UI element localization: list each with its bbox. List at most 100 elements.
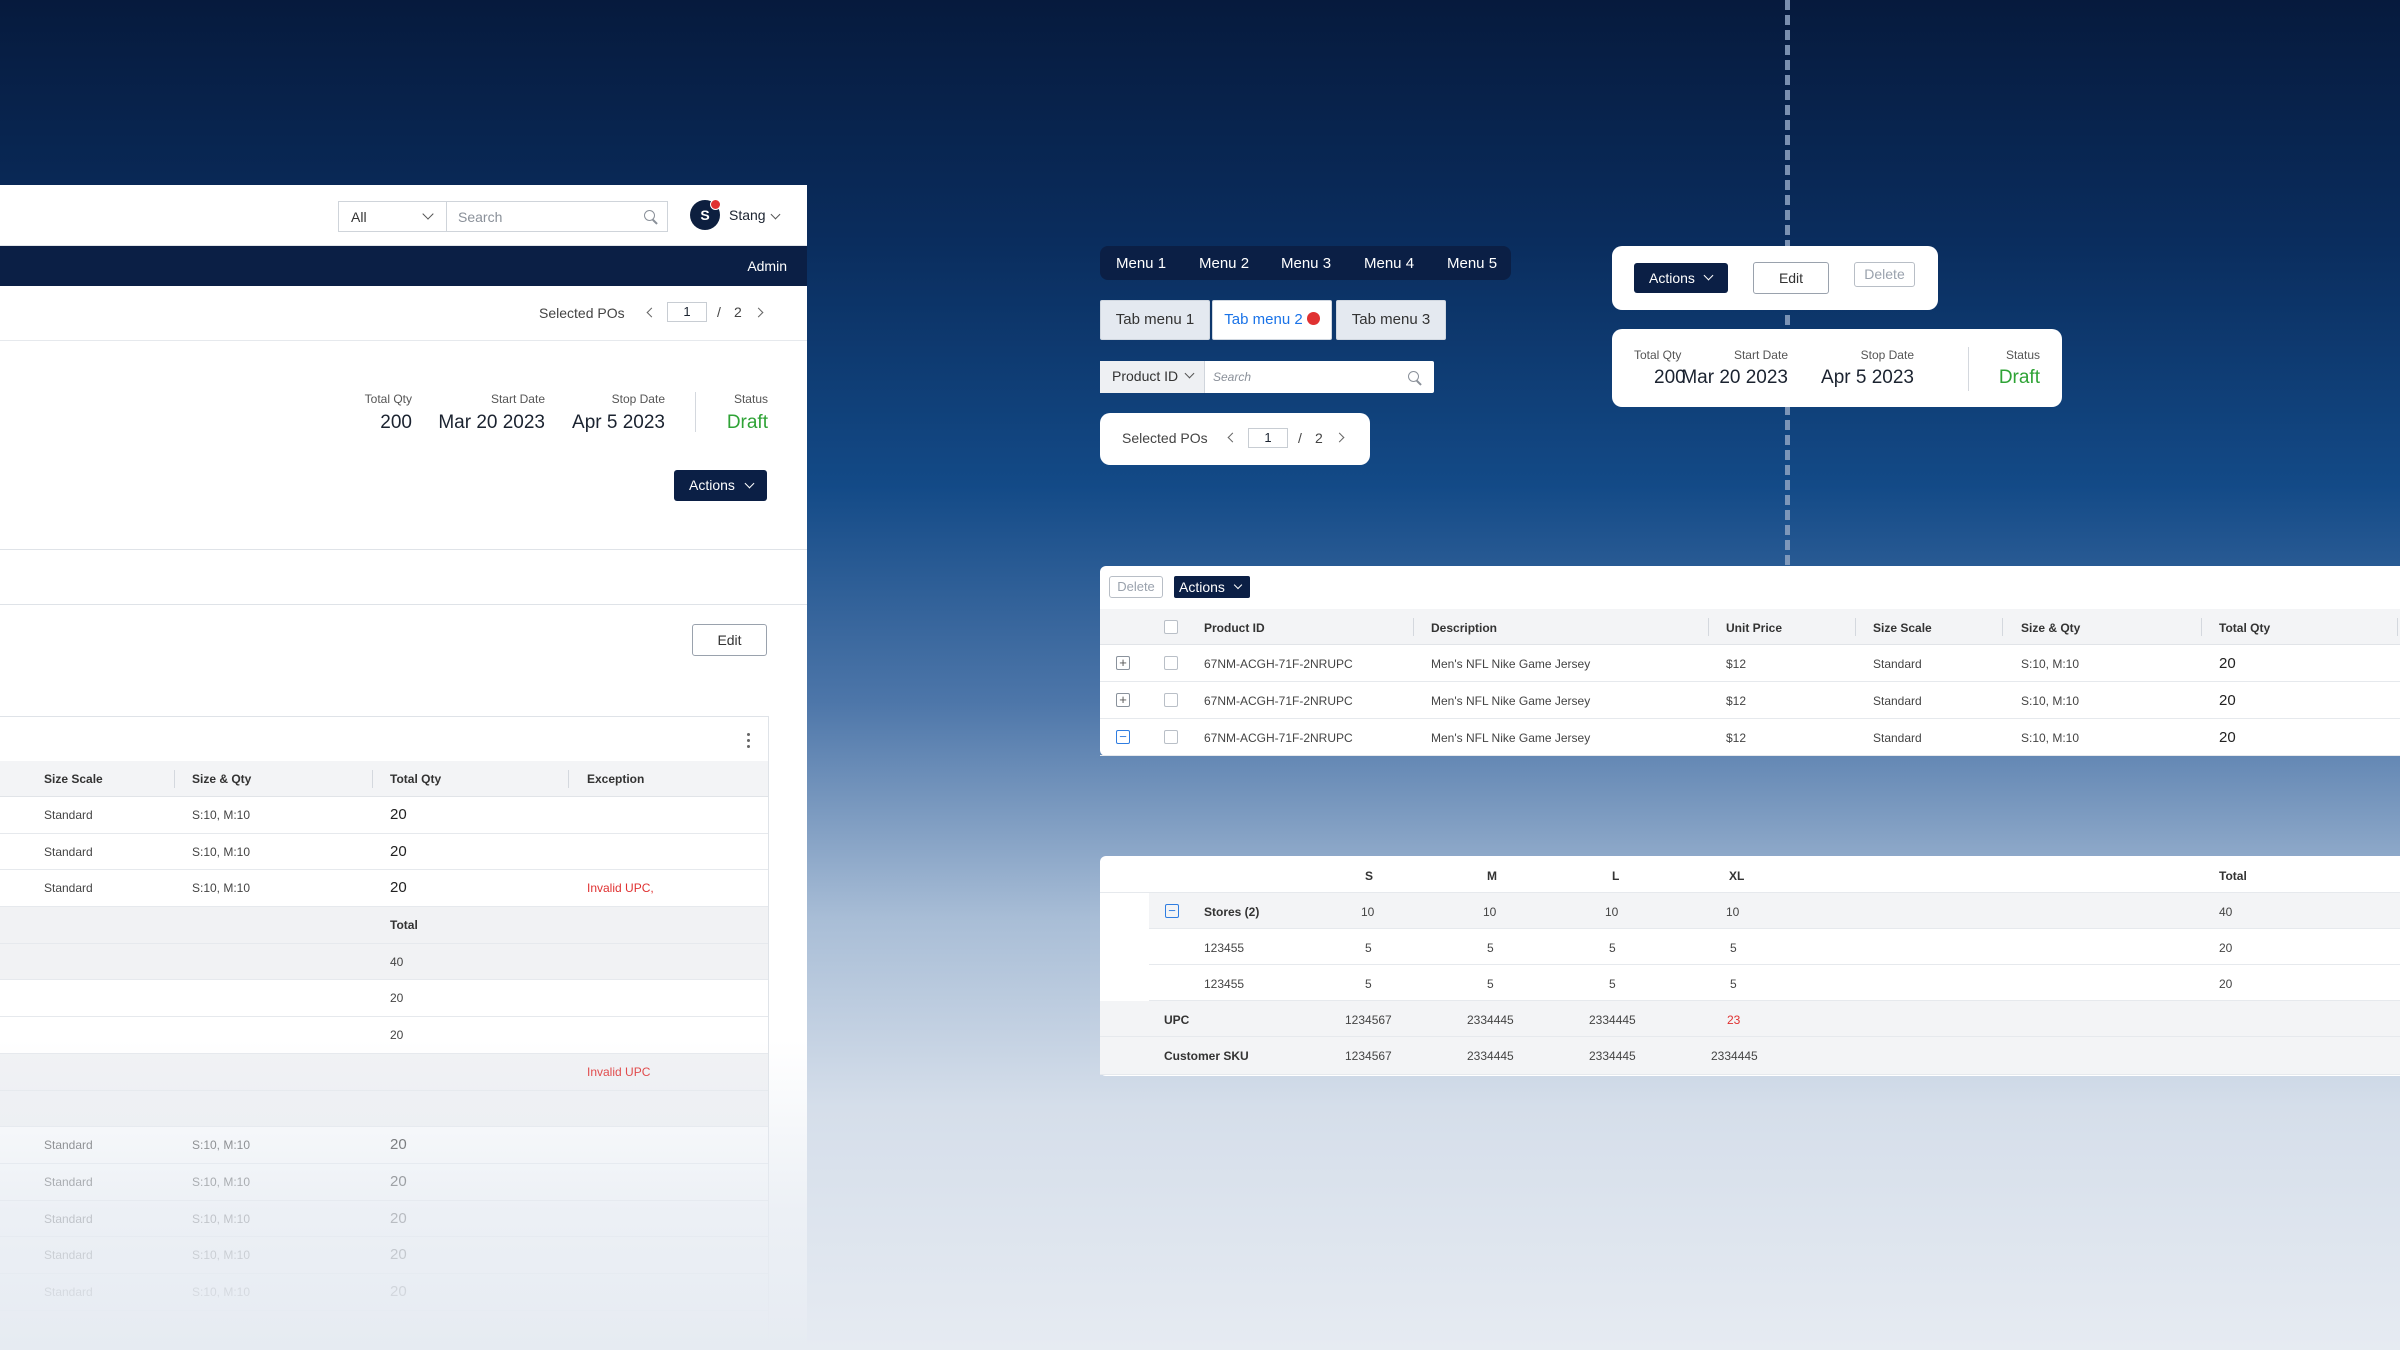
sku-label: Customer SKU (1164, 1049, 1249, 1063)
row-checkbox[interactable] (1164, 693, 1178, 707)
column-separator (1413, 618, 1414, 636)
store-id-cell: 123455 (1204, 941, 1245, 955)
table-row[interactable]: + 67NM-ACGH-71F-2NRUPC Men's NFL Nike Ga… (1100, 682, 2400, 719)
product-search-input[interactable]: Search (1213, 370, 1251, 384)
col-product-id: Product ID (1204, 621, 1265, 635)
stat-divider (695, 392, 696, 432)
sub-row: 20 (0, 980, 768, 1018)
upc-cell: 2334445 (1467, 1013, 1514, 1027)
role-label[interactable]: Admin (747, 258, 787, 274)
size-value-cell: 5 (1487, 941, 1494, 955)
table-row[interactable]: Standard S:10, M:10 20 (0, 1274, 768, 1311)
size-qty-cell: S:10, M:10 (2021, 657, 2080, 671)
store-id-cell: 123455 (1204, 977, 1245, 991)
stores-row[interactable]: − Stores (2) 10 10 10 10 40 (1149, 893, 2400, 929)
table-row[interactable]: Standard S:10, M:10 20 (0, 1164, 768, 1201)
prev-page-icon[interactable] (646, 307, 657, 318)
sub-row: 40 (0, 943, 768, 981)
total-qty-cell: 20 (2219, 655, 2236, 672)
row-checkbox[interactable] (1164, 730, 1178, 744)
search-icon[interactable] (644, 210, 655, 221)
size-value-cell: 5 (1730, 941, 1737, 955)
total-qty-cell: 20 (2219, 692, 2236, 709)
table-row[interactable]: − 67NM-ACGH-71F-2NRUPC Men's NFL Nike Ga… (1100, 719, 2400, 756)
size-qty-cell: S:10, M:10 (192, 1211, 251, 1226)
edit-button[interactable]: Edit (692, 624, 767, 656)
row-checkbox[interactable] (1164, 656, 1178, 670)
collapse-icon[interactable]: − (1116, 730, 1130, 744)
col-total-qty: Total Qty (2219, 621, 2271, 635)
actions-button[interactable]: Actions (674, 470, 767, 501)
next-page-icon[interactable] (1334, 432, 1345, 443)
expand-icon[interactable]: + (1116, 693, 1130, 707)
upc-row: UPC 1234567 2334445 2334445 23 (1100, 1001, 2400, 1037)
table-row[interactable]: Standard S:10, M:10 20 (0, 1201, 768, 1238)
sub-total-cell: 20 (390, 991, 404, 1006)
product-field-select[interactable]: Product ID (1100, 361, 1205, 393)
size-scale-cell: Standard (1873, 731, 1922, 745)
collapse-icon[interactable]: − (1165, 904, 1179, 918)
edit-button[interactable]: Edit (1753, 262, 1829, 294)
table-row[interactable]: Standard S:10, M:10 20 (0, 797, 768, 834)
actions-button-label: Actions (1649, 270, 1695, 286)
tab-menu-1[interactable]: Tab menu 1 (1100, 300, 1210, 340)
table-row[interactable]: Standard S:10, M:10 20 Invalid UPC, (0, 870, 768, 908)
chevron-down-icon (770, 209, 781, 220)
search-input[interactable]: Search (446, 201, 668, 232)
stat-divider (1968, 347, 1969, 391)
chevron-down-icon (1233, 580, 1243, 590)
actions-button[interactable]: Actions (1174, 576, 1250, 598)
total-qty-cell: 20 (390, 1282, 407, 1300)
line-items-table: Size Scale Size & Qty Total Qty Exceptio… (0, 761, 768, 1311)
total-qty-cell: 20 (390, 806, 407, 823)
sub-exception-cell: Invalid UPC (587, 1064, 651, 1079)
size-scale-cell: Standard (1873, 694, 1922, 708)
table-row[interactable]: + 67NM-ACGH-71F-2NRUPC Men's NFL Nike Ga… (1100, 645, 2400, 682)
unit-price-cell: $12 (1726, 657, 1747, 671)
delete-button[interactable]: Delete (1109, 576, 1163, 598)
size-value-cell: 5 (1609, 941, 1616, 955)
expand-icon[interactable]: + (1116, 656, 1130, 670)
avatar-initial: S (700, 207, 710, 223)
tab-menu-2[interactable]: Tab menu 2 (1212, 300, 1332, 340)
table-row[interactable]: Standard S:10, M:10 20 (0, 834, 768, 871)
menu-item-5[interactable]: Menu 5 (1447, 255, 1497, 272)
selected-pos-label: Selected POs (1122, 430, 1208, 446)
delete-button[interactable]: Delete (1854, 262, 1915, 287)
select-all-checkbox[interactable] (1164, 620, 1178, 634)
filter-select-value: All (351, 209, 367, 225)
col-total: Total (390, 918, 418, 933)
size-scale-cell: Standard (44, 881, 93, 896)
tab-menu-3[interactable]: Tab menu 3 (1336, 300, 1446, 340)
actions-button[interactable]: Actions (1634, 263, 1728, 293)
col-size-scale: Size Scale (1873, 621, 1932, 635)
search-icon[interactable] (1408, 371, 1419, 382)
size-scale-cell: Standard (44, 1138, 93, 1153)
table-row[interactable]: Standard S:10, M:10 20 (0, 1237, 768, 1274)
column-separator (372, 770, 373, 788)
sku-row: Customer SKU 1234567 2334445 2334445 233… (1100, 1037, 2400, 1075)
menu-item-1[interactable]: Menu 1 (1116, 255, 1166, 272)
sku-cell: 2334445 (1467, 1049, 1514, 1063)
menu-item-2[interactable]: Menu 2 (1199, 255, 1249, 272)
more-options-icon[interactable] (747, 733, 751, 751)
user-menu[interactable]: Stang (729, 207, 781, 223)
next-page-icon[interactable] (753, 307, 764, 318)
button-group-card: Actions Edit Delete (1612, 246, 1938, 310)
top-bar: All Search S Stang (0, 185, 807, 246)
total-value-cell: 20 (2219, 941, 2233, 955)
total-qty-cell: 20 (390, 1172, 407, 1190)
actions-button-label: Actions (689, 477, 735, 493)
divider (0, 604, 807, 605)
upc-cell: 2334445 (1589, 1013, 1636, 1027)
menu-item-3[interactable]: Menu 3 (1281, 255, 1331, 272)
table-row[interactable]: Standard S:10, M:10 20 (0, 1127, 768, 1164)
filter-select[interactable]: All (338, 201, 446, 232)
menu-item-4[interactable]: Menu 4 (1364, 255, 1414, 272)
status-value: Draft (1998, 367, 2040, 388)
prev-page-icon[interactable] (1227, 432, 1238, 443)
col-unit-price: Unit Price (1726, 621, 1783, 635)
page-input[interactable]: 1 (667, 302, 707, 322)
column-separator (2397, 618, 2398, 636)
page-input[interactable]: 1 (1248, 428, 1288, 448)
